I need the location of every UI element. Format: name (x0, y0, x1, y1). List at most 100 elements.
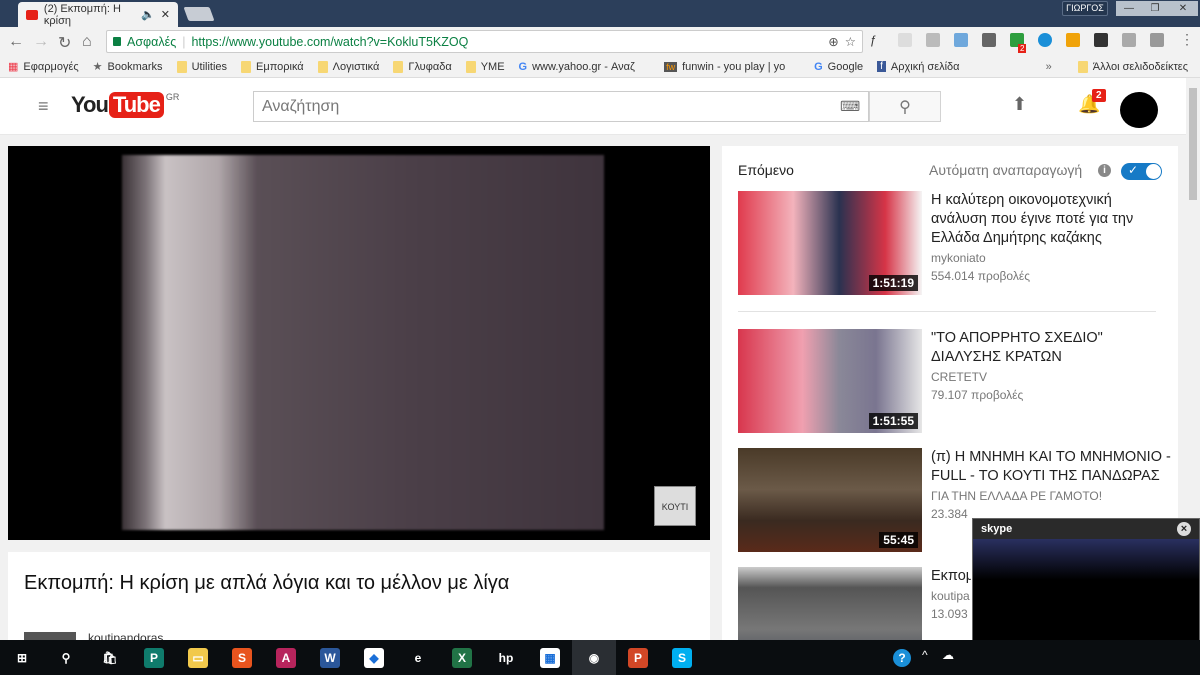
extension-icon[interactable] (954, 33, 968, 47)
close-window-button[interactable]: ✕ (1168, 1, 1198, 16)
channel-name[interactable]: koutipandoras (88, 631, 163, 640)
publisher-icon: P (144, 647, 164, 668)
more-bookmarks-button[interactable]: » (1046, 61, 1052, 73)
bookmark-yme[interactable]: ΥΜΕ (465, 60, 505, 73)
taskbar-publisher[interactable]: P (132, 640, 176, 675)
related-views: 13.093 (931, 607, 968, 621)
bookmark-google[interactable]: G Google (814, 61, 863, 73)
bookmark-apps[interactable]: ▦ Εφαρμογές (8, 60, 79, 74)
download-icon[interactable] (1066, 33, 1080, 47)
window-title-bar (0, 0, 1200, 27)
video-thumbnail[interactable]: 1:51:55 (738, 329, 922, 433)
guide-menu-icon[interactable]: ≡ (38, 96, 49, 117)
taskbar-skype[interactable]: S (660, 640, 704, 675)
other-bookmarks[interactable]: Άλλοι σελιδοδείκτες (1077, 60, 1188, 73)
bookmark-funwin[interactable]: fw funwin - you play | yo (664, 61, 800, 73)
bookmark-utilities[interactable]: Utilities (176, 60, 227, 73)
youtube-logo[interactable]: You Tube GR (71, 92, 179, 118)
hp-icon[interactable] (1038, 33, 1052, 47)
bookmark-emporika[interactable]: Εμπορικά (241, 60, 304, 73)
audio-icon[interactable]: 🔈 (141, 8, 155, 21)
search-input[interactable]: Αναζήτηση (253, 91, 869, 122)
related-title[interactable]: (π) Η ΜΝΗΜΗ ΚΑΙ ΤΟ ΜΝΗΜΟΝΙΟ -FULL - ΤΟ Κ… (931, 448, 1171, 486)
tab-close-icon[interactable]: ✕ (161, 8, 170, 21)
extension-icon[interactable] (1094, 33, 1108, 47)
reload-icon[interactable]: ↻ (58, 33, 71, 53)
onedrive-icon[interactable]: ☁ (942, 648, 954, 662)
menu-icon[interactable]: ⋮ (1180, 31, 1194, 48)
restore-button[interactable]: ❐ (1142, 1, 1168, 16)
video-thumbnail[interactable]: 55:45 (738, 448, 922, 552)
back-icon[interactable]: ← (8, 33, 24, 51)
forward-icon[interactable]: → (33, 33, 49, 51)
related-title[interactable]: "ΤΟ ΑΠΟΡΡΗΤΟ ΣΧΕΔΙΟ" ΔΙΑΛΥΣΗΣ ΚΡΑΤΩΝ (931, 329, 1171, 367)
address-bar[interactable]: Ασφαλές | https://www.youtube.com/watch?… (106, 30, 863, 53)
video-thumbnail[interactable]: 1:51:19 (738, 191, 922, 295)
browser-toolbar: ← → ↻ ⌂ Ασφαλές | https://www.youtube.co… (0, 27, 1200, 56)
bookmark-label: Γλυφαδα (408, 60, 452, 73)
region-label: GR (165, 92, 180, 102)
info-icon[interactable]: i (1098, 164, 1111, 177)
autoplay-toggle[interactable]: ✓ (1121, 163, 1162, 180)
related-video[interactable]: 1:51:19 Η καλύτερη οικονομοτεχνική ανάλυ… (738, 191, 1178, 295)
taskbar-chrome[interactable]: ◉ (572, 640, 616, 675)
browser-tab[interactable]: (2) Εκπομπή: Η κρίση 🔈 ✕ (18, 2, 178, 27)
show-hidden-icons-icon[interactable]: ^ (922, 648, 928, 662)
bookmark-facebook[interactable]: f Αρχική σελίδα (877, 61, 960, 73)
taskbar-store[interactable]: 🛍 (88, 640, 132, 675)
taskbar-access[interactable]: A (264, 640, 308, 675)
taskbar-search[interactable]: ⚲ (44, 640, 88, 675)
drive-icon[interactable] (926, 33, 940, 47)
home-icon[interactable]: ⌂ (82, 33, 92, 51)
taskbar-edge[interactable]: e (396, 640, 440, 675)
divider (738, 311, 1156, 312)
bookmark-label: Εφαρμογές (23, 60, 79, 73)
duration: 1:51:19 (868, 275, 918, 291)
video-thumbnail[interactable] (738, 567, 922, 640)
channel-watermark[interactable]: ΚΟΥΤΙ (654, 486, 696, 526)
bookmark-label: Λογιστικά (332, 60, 380, 73)
taskbar-dropbox[interactable]: ◆ (352, 640, 396, 675)
bookmark-glyfada[interactable]: Γλυφαδα (393, 60, 452, 73)
extension-icon[interactable] (898, 33, 912, 47)
bookmark-yahoo[interactable]: Gwww.yahoo.gr - Αναζ (519, 61, 651, 73)
upload-icon[interactable]: ⬆ (1012, 94, 1027, 115)
minimize-button[interactable]: — (1116, 1, 1142, 16)
bookmark-bookmarks[interactable]: ★ Bookmarks (93, 60, 163, 74)
search-extension-icon[interactable] (1122, 33, 1136, 47)
google-icon: G (518, 60, 528, 73)
bookmark-label: Google (827, 60, 864, 73)
close-icon[interactable]: × (1177, 522, 1191, 536)
taskbar-file-explorer[interactable]: ▭ (176, 640, 220, 675)
avatar[interactable] (1120, 92, 1158, 128)
extension-icon[interactable] (1150, 33, 1164, 47)
bookmarks-bar: ▦ Εφαρμογές ★ Bookmarks Utilities Εμπορικά… (0, 56, 1200, 78)
taskbar-powerpoint[interactable]: P (616, 640, 660, 675)
store-icon: 🛍 (102, 650, 118, 665)
related-title[interactable]: Η καλύτερη οικονομοτεχνική ανάλυση που έ… (931, 191, 1171, 248)
folder-icon (317, 60, 328, 73)
taskbar-start[interactable]: ⊞ (0, 640, 44, 675)
bookmark-logistika[interactable]: Λογιστικά (317, 60, 380, 73)
url-text[interactable]: https://www.youtube.com/watch?v=KokluT5K… (191, 35, 468, 49)
taskbar-hp[interactable]: hp (484, 640, 528, 675)
notification-badge: 2 (1092, 89, 1106, 102)
bookmark-label: Bookmarks (107, 60, 163, 73)
related-video[interactable]: 1:51:55 "ΤΟ ΑΠΟΡΡΗΤΟ ΣΧΕΔΙΟ" ΔΙΑΛΥΣΗΣ ΚΡ… (738, 329, 1178, 433)
puzzle-icon[interactable] (982, 33, 996, 47)
edge-icon: e (414, 650, 422, 665)
search-button[interactable]: ⚲ (869, 91, 941, 122)
profile-button[interactable]: ΓΙΩΡΓΟΣ (1062, 1, 1108, 16)
help-icon[interactable]: ? (893, 649, 911, 667)
new-tab-button[interactable] (183, 7, 215, 21)
zoom-icon[interactable]: ⊕ (828, 34, 838, 49)
taskbar-word[interactable]: W (308, 640, 352, 675)
related-title[interactable]: Εκπομ που ό (931, 567, 971, 586)
extension-icon[interactable]: ƒ (870, 33, 884, 47)
taskbar-excel[interactable]: X (440, 640, 484, 675)
taskbar-apps-grid[interactable]: ▦ (528, 640, 572, 675)
bookmark-star-icon[interactable]: ☆ (845, 34, 856, 49)
word-icon: W (320, 647, 340, 668)
taskbar-app-s[interactable]: S (220, 640, 264, 675)
keyboard-icon[interactable]: ⌨ (840, 98, 860, 115)
